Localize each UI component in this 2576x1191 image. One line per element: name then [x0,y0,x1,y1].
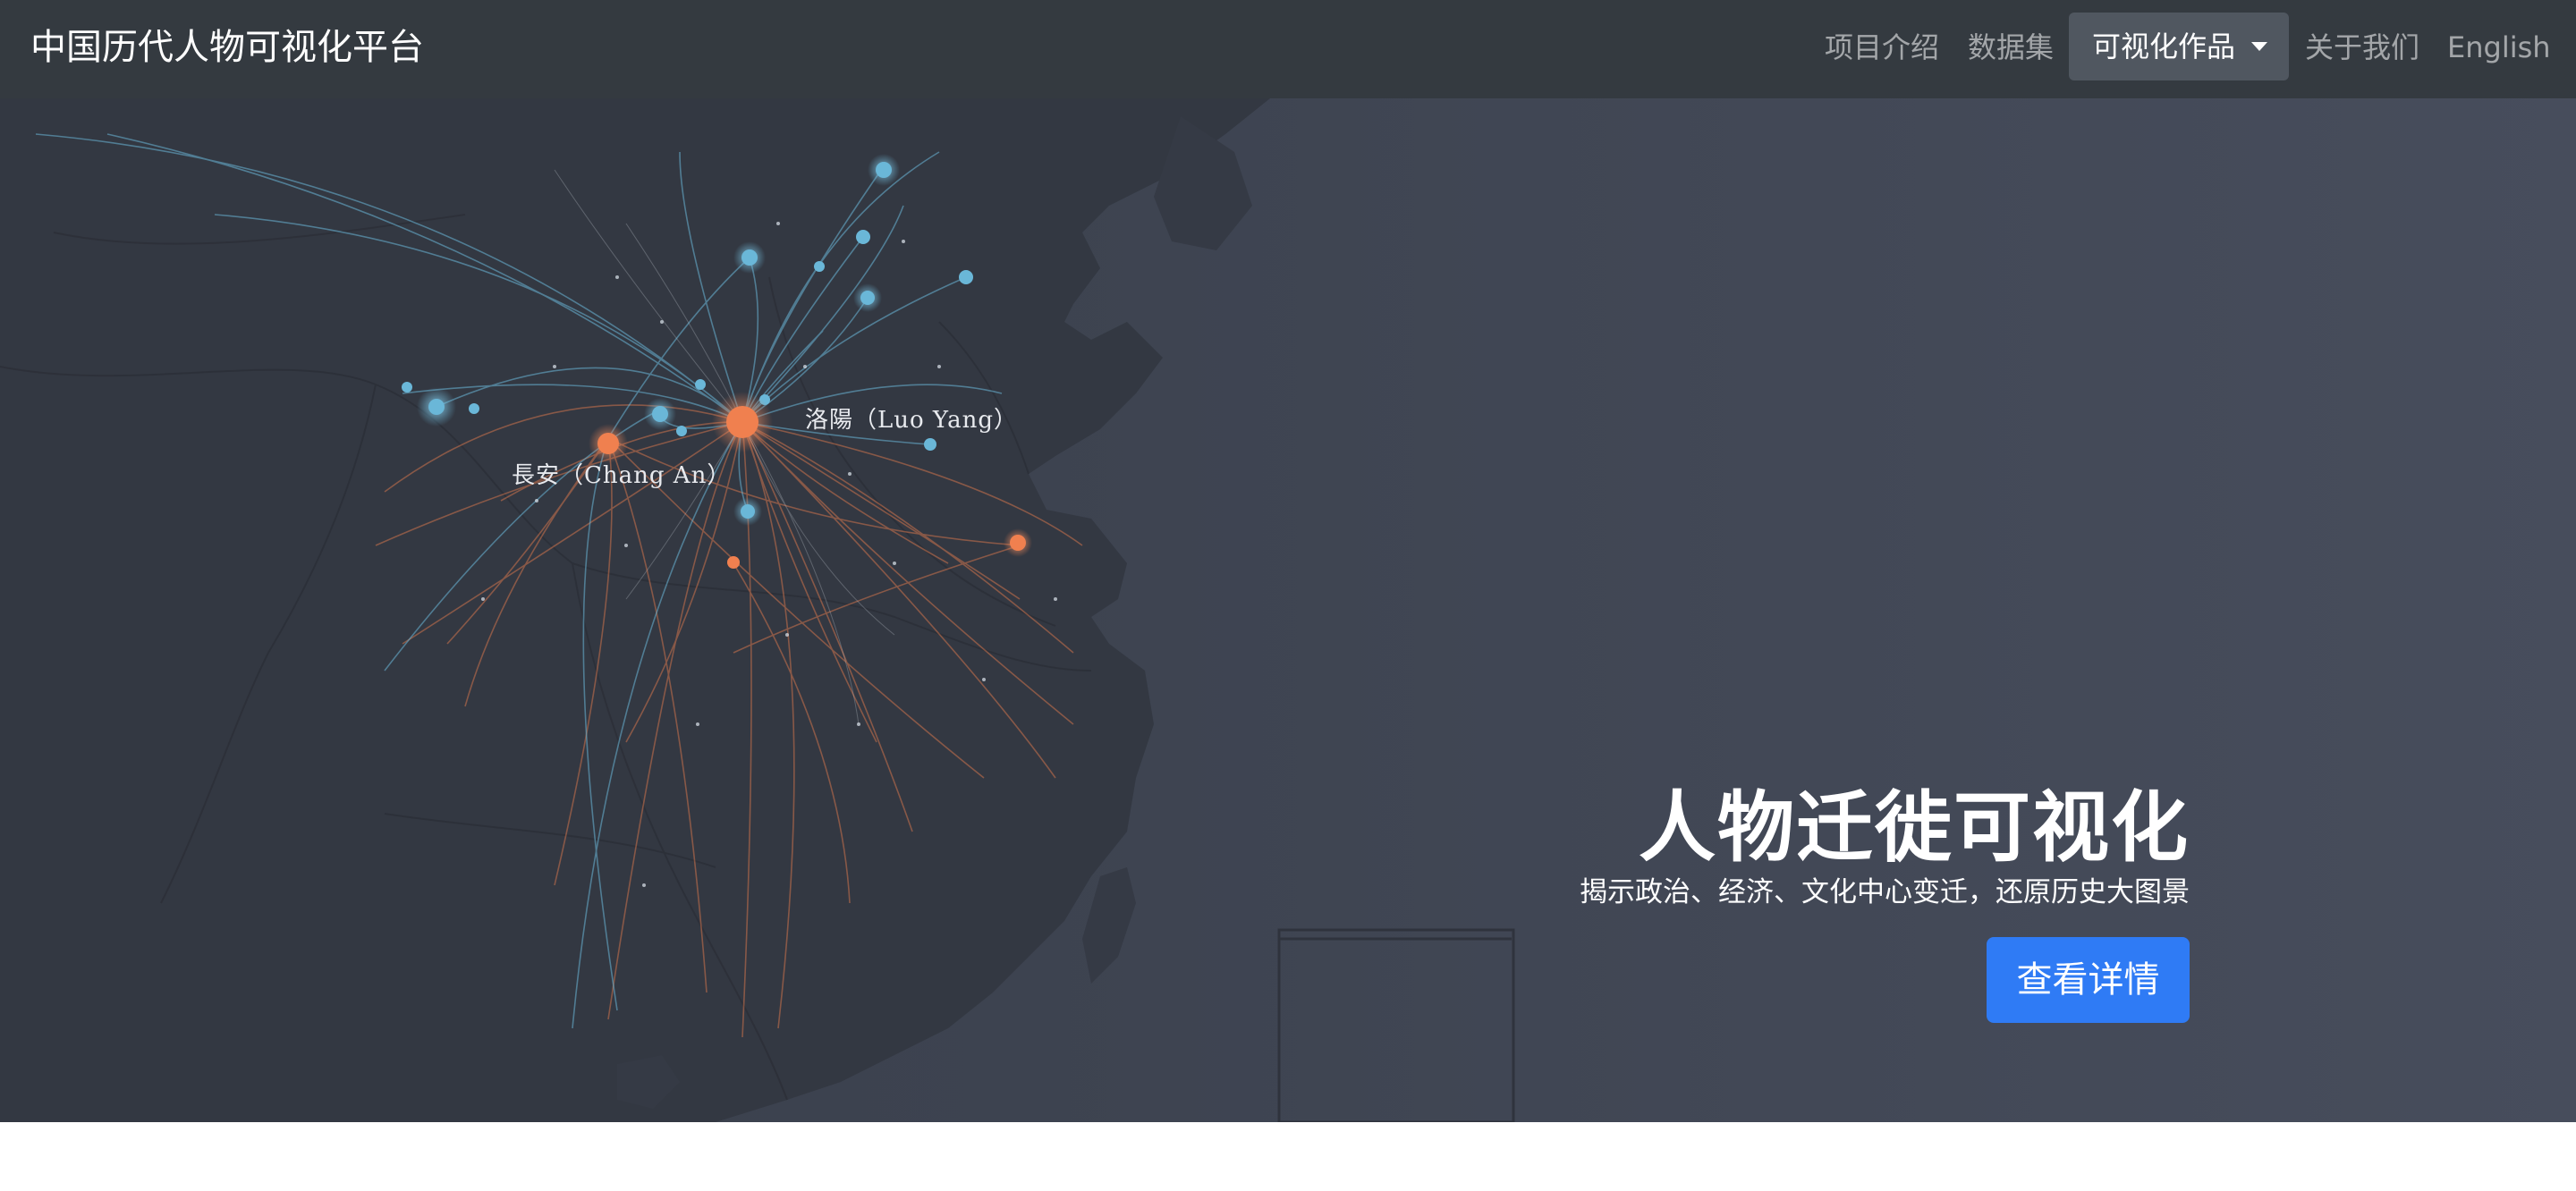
city-label-luoyang: 洛陽（Luo Yang） [805,407,1018,434]
south-sea-inset [1277,928,1515,1122]
hero-subtitle: 揭示政治、经济、文化中心变迁，还原历史大图景 [1580,876,2190,908]
land-mass-mainland [0,98,1270,1122]
page-content-start [0,1122,2576,1191]
hero-title: 人物迁徙可视化 [1639,783,2190,873]
top-navbar: 中国历代人物可视化平台 项目介绍 数据集 可视化作品 关于我们 English [0,0,2576,98]
nav-dropdown-label: 可视化作品 [2092,30,2236,63]
nav-dropdown-visualization-works[interactable]: 可视化作品 [2069,13,2289,80]
hero-banner: 洛陽（Luo Yang） 長安（Chang An） 人物迁徙可视化 揭示政治、经… [0,98,2576,1122]
nav-item-project-intro[interactable]: 项目介绍 [1825,0,1939,98]
nav-item-about-us[interactable]: 关于我们 [2305,0,2419,98]
nav-item-english[interactable]: English [2447,0,2551,98]
land-mass-taiwan [1082,867,1136,984]
city-label-changan: 長安（Chang An） [512,462,731,489]
caret-down-icon [2251,42,2267,51]
migration-map: 洛陽（Luo Yang） 長安（Chang An） [0,98,1515,1122]
site-brand[interactable]: 中国历代人物可视化平台 [30,0,424,98]
nav-item-datasets[interactable]: 数据集 [1968,0,2054,98]
view-details-button[interactable]: 查看详情 [1987,937,2190,1023]
